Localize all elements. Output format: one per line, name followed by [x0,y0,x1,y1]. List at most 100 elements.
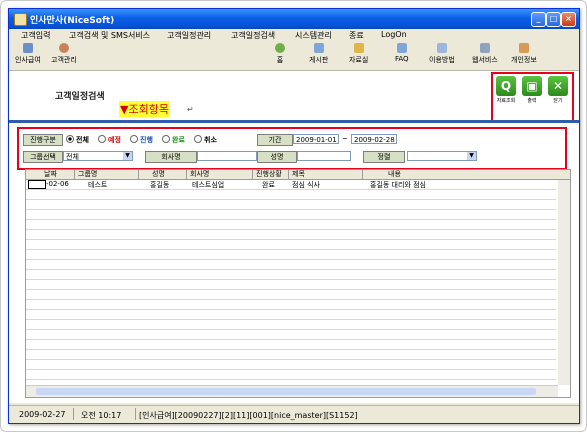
col-company[interactable]: 회사명 [190,170,209,179]
status-date: 2009-02-27 [19,410,66,419]
cell-date: -02-06 [46,180,69,188]
col-divider [138,170,139,179]
group-select[interactable]: 전체 ▼ [63,151,133,161]
menu-exit[interactable]: 종료 [349,30,364,41]
tool-home[interactable]: 홈 [275,43,285,65]
menu-schedule-search[interactable]: 고객일정검색 [231,30,275,41]
tool-faq[interactable]: FAQ [395,43,409,63]
tool-payroll[interactable]: 인사급여 [15,43,41,65]
title-bar: 인사만사(NiceSoft) _ □ × [9,9,579,29]
tool-webservice[interactable]: 웹서비스 [472,43,498,65]
radio-planned-dot [98,135,106,143]
row-divider [26,229,556,230]
tool-archive[interactable]: 자료실 [349,43,368,65]
query-button[interactable]: Q 자료조회 [495,76,517,104]
radio-cancel[interactable]: 취소 [194,135,217,145]
tool-howto-label: 이용방법 [429,56,455,64]
print-button-label: 출력 [527,98,537,104]
row-divider [26,259,556,260]
chevron-down-icon: ▼ [467,152,476,160]
status-label: 진행구분 [23,134,63,146]
close-button-label: 닫기 [553,98,563,104]
company-label: 회사명 [145,151,197,163]
tool-howto[interactable]: 이용방법 [429,43,455,65]
row-divider [26,309,556,310]
howto-icon [436,43,447,53]
tool-personal-label: 개인정보 [511,56,537,64]
menu-customer-input[interactable]: 고객입력 [21,30,50,41]
radio-planned-label: 예정 [108,136,121,144]
tool-board[interactable]: 게시판 [309,43,328,65]
home-icon [275,43,285,53]
col-divider [252,170,253,179]
search-icon: Q [496,76,516,96]
page-header: 고객일정검색 ▼조회항목 ↵ Q 자료조회 ▣ 출력 ✕ 닫기 [9,71,579,123]
status-bar: 2009-02-27 오전 10:17 [인사급여][20090227][2][… [9,405,579,423]
results-table: 날짜 그룹명 성명 회사명 진행상황 제목 내용 -02-06 테스트 홍길동 … [25,169,571,398]
date-to-input[interactable]: 2009-02-28 [351,134,397,144]
date-from-input[interactable]: 2009-01-01 [293,134,339,144]
maximize-button[interactable]: □ [546,12,561,27]
tool-customer-label: 고객관리 [51,56,77,64]
radio-progress[interactable]: 진행 [130,135,153,145]
status-time: 오전 10:17 [81,411,122,420]
app-icon [14,13,27,26]
menu-customer-search-sms[interactable]: 고객검색 및 SMS서비스 [69,30,150,41]
archive-icon [353,43,364,53]
window-title: 인사만사(NiceSoft) [30,16,115,26]
tool-archive-label: 자료실 [349,56,369,64]
tool-customer[interactable]: 고객관리 [51,43,77,65]
tool-home-label: 홈 [276,56,284,64]
company-input[interactable] [197,151,257,161]
tool-webservice-label: 웹서비스 [472,56,498,64]
action-buttons: Q 자료조회 ▣ 출력 ✕ 닫기 [491,72,574,122]
status-divider [73,408,74,420]
content-area: 고객일정검색 ▼조회항목 ↵ Q 자료조회 ▣ 출력 ✕ 닫기 진행구분 전체 … [9,71,579,403]
faq-icon [396,43,407,53]
radio-all[interactable]: 전체 [66,135,89,145]
radio-cancel-label: 취소 [204,136,217,144]
row-divider [26,239,556,240]
row-divider [26,249,556,250]
vertical-scrollbar[interactable] [558,180,570,385]
horizontal-scrollbar[interactable] [26,385,558,397]
menu-logon[interactable]: LogOn [381,30,407,39]
sort-select[interactable]: ▼ [407,151,477,161]
radio-planned[interactable]: 예정 [98,135,121,145]
tool-payroll-label: 인사급여 [15,56,41,64]
period-label: 기간 [257,134,293,146]
col-group[interactable]: 그룹명 [78,170,97,179]
scroll-thumb[interactable] [36,388,536,395]
row-divider [26,189,556,190]
tool-personal[interactable]: 개인정보 [511,43,537,65]
col-date[interactable]: 날짜 [44,170,57,179]
col-divider [74,170,75,179]
close-button[interactable]: ✕ 닫기 [547,76,569,104]
name-input[interactable] [297,151,351,161]
table-header: 날짜 그룹명 성명 회사명 진행상황 제목 내용 [26,170,570,180]
minimize-button[interactable]: _ [531,12,546,27]
page-title: 고객일정검색 [55,92,105,102]
col-name[interactable]: 성명 [152,170,165,179]
status-divider [135,408,136,420]
col-content[interactable]: 내용 [388,170,401,179]
row-divider [26,349,556,350]
status-session-info: [인사급여][20090227][2][11][001][nice_master… [139,411,358,420]
print-button[interactable]: ▣ 출력 [521,76,543,104]
col-subject[interactable]: 제목 [292,170,305,179]
radio-progress-label: 진행 [140,136,153,144]
close-window-button[interactable]: × [561,12,576,27]
row-selector[interactable] [28,180,46,189]
menu-system[interactable]: 시스템관리 [295,30,332,41]
webservice-icon [479,43,490,53]
app-window: 인사만사(NiceSoft) _ □ × 고객입력 고객검색 및 SMS서비스 … [8,8,580,424]
search-criteria-label: ▼조회항목 [119,101,170,117]
col-progress[interactable]: 진행상황 [256,170,282,179]
search-filter-panel: 진행구분 전체 예정 진행 완료 취소 기간 2009-01-01 ~ 2009… [17,127,567,170]
menu-schedule-manage[interactable]: 고객일정관리 [167,30,211,41]
query-button-label: 자료조회 [496,98,516,104]
radio-cancel-dot [194,135,202,143]
personal-icon [518,43,529,53]
radio-done[interactable]: 완료 [162,135,185,145]
row-divider [26,209,556,210]
